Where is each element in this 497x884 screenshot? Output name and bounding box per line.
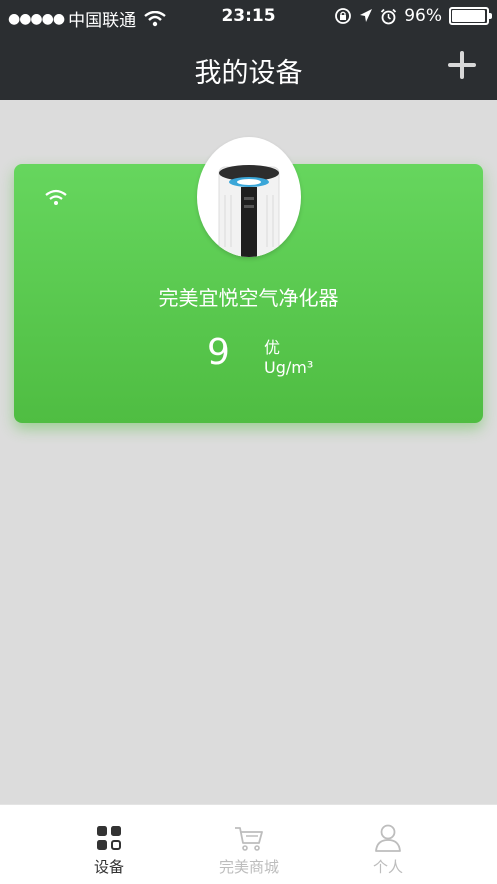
battery-percent: 96% [404,6,442,26]
alarm-icon [381,8,397,24]
device-thumbnail [197,137,301,257]
tab-bar: 设备 完美商城 个人 [0,804,497,884]
air-quality-label: 优 [264,338,281,357]
cart-icon [235,827,263,851]
nav-bar: 我的设备 [0,34,497,100]
status-bar: ●●●●● 中国联通 23:15 96% [0,0,497,34]
wifi-connected-icon [45,189,67,205]
unit-label: Ug/m³ [264,358,314,377]
air-purifier-image [218,165,280,257]
status-icons: 96% [334,6,492,26]
rotation-lock-icon [335,8,352,24]
page-title: 我的设备 [194,58,303,89]
grid-icon [97,826,121,850]
tab-profile[interactable]: 个人 [305,805,471,884]
battery-level [452,10,485,22]
add-device-button[interactable] [445,48,479,82]
person-icon [375,824,401,852]
device-name: 完美宜悦空气净化器 [158,286,339,310]
pm-value: 9 [207,332,230,373]
location-icon [360,9,373,22]
tab-label-profile: 个人 [372,858,403,876]
battery-icon [449,7,492,25]
